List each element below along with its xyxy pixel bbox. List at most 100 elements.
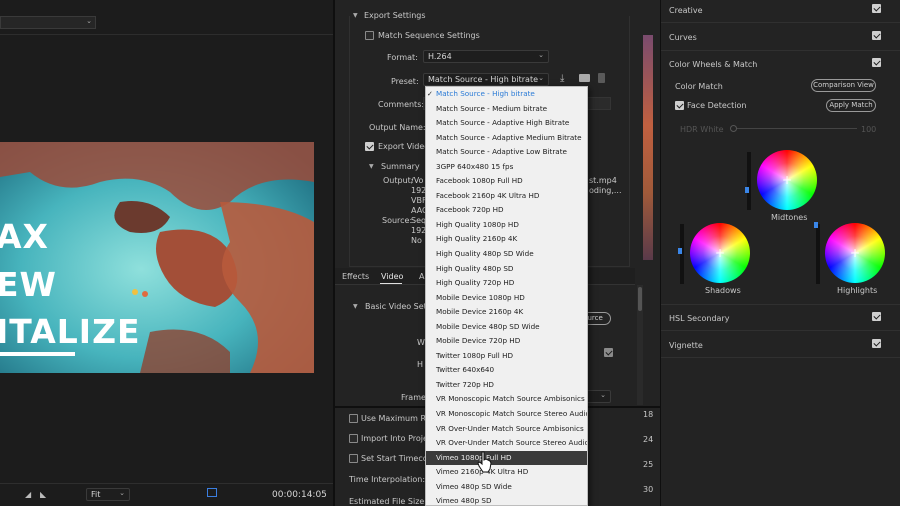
highlights-slider[interactable] (814, 222, 820, 284)
format-dropdown[interactable]: H.264 ⌄ (423, 50, 549, 63)
preset-option[interactable]: Match Source - Adaptive Low Bitrate (426, 145, 587, 160)
preset-option[interactable]: Mobile Device 1080p HD (426, 291, 587, 306)
preset-option[interactable]: Match Source - Adaptive Medium Bitrate (426, 131, 587, 146)
midtones-slider[interactable] (745, 152, 751, 210)
use-max-render-checkbox[interactable] (349, 414, 358, 423)
shadows-slider[interactable] (678, 224, 684, 284)
preset-option[interactable]: Facebook 1080p Full HD (426, 174, 587, 189)
preset-option[interactable]: High Quality 2160p 4K (426, 232, 587, 247)
monitor-divider (0, 34, 333, 35)
overlay-text-line-3: ITALIZE (0, 312, 141, 351)
curves-checkbox[interactable] (872, 31, 881, 40)
preset-option[interactable]: VR Monoscopic Match Source Stereo Audio (426, 407, 587, 422)
export-video-checkbox[interactable] (365, 142, 374, 151)
row-divider (661, 50, 900, 51)
tab-video[interactable]: Video (381, 272, 403, 281)
vignette-checkbox[interactable] (872, 339, 881, 348)
hsl-secondary-section[interactable]: HSL Secondary (669, 314, 729, 323)
shadows-wheel[interactable]: + (690, 223, 750, 283)
preset-option[interactable]: Vimeo 480p SD (426, 494, 587, 505)
import-preset-icon[interactable] (579, 74, 590, 82)
match-sequence-checkbox[interactable] (365, 31, 374, 40)
highlights-crosshair-icon: + (849, 246, 861, 260)
comparison-view-button[interactable]: Comparison View (811, 79, 876, 92)
preset-option[interactable]: VR Over-Under Match Source Ambisonics (426, 422, 587, 437)
preset-option[interactable]: Facebook 2160p 4K Ultra HD (426, 189, 587, 204)
preset-option[interactable]: High Quality 480p SD (426, 262, 587, 277)
fit-dropdown[interactable]: Fit ⌄ (86, 488, 130, 501)
source-line-1: Seq (411, 216, 427, 225)
hdr-white-label: HDR White (680, 125, 724, 134)
row-divider (661, 304, 900, 305)
preset-option[interactable]: Mobile Device 720p HD (426, 334, 587, 349)
preset-option[interactable]: Facebook 720p HD (426, 203, 587, 218)
preset-option[interactable]: Match Source - High bitrate (426, 87, 587, 102)
middle-scrollbar[interactable] (637, 285, 643, 405)
chevron-down-icon: ⌄ (86, 17, 92, 25)
highlights-wheel[interactable]: + (825, 223, 885, 283)
midtones-wheel[interactable]: + (757, 150, 817, 210)
preset-option[interactable]: Mobile Device 2160p 4K (426, 305, 587, 320)
mark-out-icon[interactable]: ◣ (40, 490, 46, 499)
preset-option[interactable]: Twitter 720p HD (426, 378, 587, 393)
save-preset-icon[interactable]: ⤓ (560, 73, 564, 84)
face-detection-label: Face Detection (687, 101, 747, 110)
preset-option[interactable]: High Quality 1080p HD (426, 218, 587, 233)
output-right-1: st.mp4 (589, 176, 617, 185)
face-detection-checkbox[interactable] (675, 101, 684, 110)
creative-checkbox[interactable] (872, 4, 881, 13)
set-start-timecode-checkbox[interactable] (349, 454, 358, 463)
preset-option[interactable]: Mobile Device 480p SD Wide (426, 320, 587, 335)
preset-dropdown[interactable]: Match Source - High bitrate ⌄ (423, 73, 549, 86)
safe-margins-icon[interactable] (207, 488, 217, 497)
color-wheels-section[interactable]: Color Wheels & Match (669, 60, 757, 69)
import-into-project-checkbox[interactable] (349, 434, 358, 443)
preset-option[interactable]: Vimeo 1080p Full HD (426, 450, 587, 466)
basic-video-triangle-icon[interactable]: ▼ (353, 303, 358, 310)
chevron-down-icon: ⌄ (538, 74, 544, 82)
preset-option[interactable]: 3GPP 640x480 15 fps (426, 160, 587, 175)
apply-match-button[interactable]: Apply Match (826, 99, 876, 112)
summary-triangle-icon[interactable]: ▼ (369, 163, 374, 170)
overlay-text-line-1: AX (0, 217, 49, 256)
preset-option[interactable]: VR Over-Under Match Source Stereo Audio (426, 436, 587, 451)
delete-preset-icon[interactable] (598, 73, 605, 83)
mark-in-icon[interactable]: ◢ (25, 490, 31, 499)
curves-section[interactable]: Curves (669, 33, 697, 42)
row-divider (661, 22, 900, 23)
side-number-3: 25 (643, 460, 654, 469)
frame-label: Frame (401, 393, 426, 402)
color-wheels-checkbox[interactable] (872, 58, 881, 67)
preset-option[interactable]: Twitter 1080p Full HD (426, 349, 587, 364)
mouse-cursor-icon (477, 451, 492, 473)
frame-rate-dropdown[interactable]: ⌄ (585, 390, 611, 403)
preset-option[interactable]: Vimeo 2160p 4K Ultra HD (426, 465, 587, 480)
preset-option[interactable]: High Quality 720p HD (426, 276, 587, 291)
preset-dropdown-list[interactable]: Match Source - High bitrateMatch Source … (425, 86, 588, 506)
highlights-label: Highlights (837, 286, 878, 295)
hdr-white-value: 100 (861, 125, 877, 134)
output-line-2: 192 (411, 186, 427, 195)
export-video-label: Export Video (378, 142, 430, 151)
hsl-secondary-checkbox[interactable] (872, 312, 881, 321)
shadows-label: Shadows (705, 286, 741, 295)
preset-label: Preset: (391, 77, 419, 86)
hdr-white-slider[interactable] (730, 125, 857, 132)
tab-effects[interactable]: Effects (342, 272, 369, 281)
vignette-section[interactable]: Vignette (669, 341, 703, 350)
apply-match-label: Apply Match (829, 101, 873, 109)
monitor-timeline-line (0, 483, 333, 484)
monitor-top-dropdown[interactable]: ⌄ (0, 16, 96, 29)
preset-option[interactable]: Match Source - Medium bitrate (426, 102, 587, 117)
preset-option[interactable]: High Quality 480p SD Wide (426, 247, 587, 262)
preset-value: Match Source - High bitrate (428, 75, 539, 84)
width-label: W (417, 338, 425, 347)
width-link-checkbox[interactable] (604, 348, 613, 357)
preset-option[interactable]: Twitter 640x640 (426, 363, 587, 378)
preset-option[interactable]: Match Source - Adaptive High Bitrate (426, 116, 587, 131)
tab-audio[interactable]: A (419, 272, 424, 281)
timecode-display: 00:00:14:05 (272, 490, 327, 500)
preset-option[interactable]: VR Monoscopic Match Source Ambisonics (426, 392, 587, 407)
preset-option[interactable]: Vimeo 480p SD Wide (426, 480, 587, 495)
creative-section[interactable]: Creative (669, 6, 703, 15)
